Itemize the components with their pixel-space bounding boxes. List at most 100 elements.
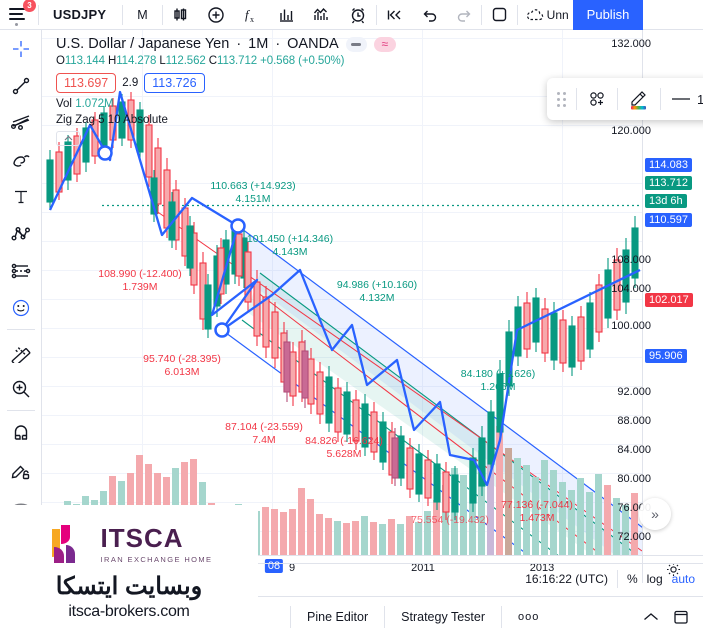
ask-price-badge: 114.083	[645, 158, 692, 172]
legend-interval: 1M	[248, 36, 269, 52]
sidebar-item-brush-tool[interactable]	[0, 141, 42, 178]
sidebar-item-forecast-tool[interactable]	[0, 252, 42, 289]
legend-title-row[interactable]: U.S. Dollar / Japanese Yen · 1M · OANDA …	[56, 36, 396, 52]
undo-icon	[423, 10, 436, 22]
sidebar-item-magnet-tool[interactable]	[0, 414, 42, 451]
watermark-overlay: ITSCA IRAN EXCHANGE HOME وبسایت ایتسکا i…	[0, 505, 258, 636]
price-tick: 120.000	[611, 125, 651, 137]
price-tick: 88.000	[617, 415, 651, 427]
trend-line-icon	[12, 77, 29, 94]
indicators-button[interactable]: f x	[234, 0, 269, 30]
sidebar-item-fib-retracement-tool[interactable]	[0, 104, 42, 141]
watermark-url: itsca-brokers.com	[68, 602, 190, 620]
spread-value: 2.9	[122, 77, 139, 89]
volume-value: 1.072M	[75, 98, 114, 110]
sidebar-item-crosshair-tool[interactable]	[0, 30, 42, 67]
undo-button[interactable]	[413, 0, 447, 30]
log-scale-button[interactable]: log	[647, 572, 663, 586]
fib-lines-icon	[10, 114, 29, 130]
save-layout-button[interactable]: Unn	[518, 0, 573, 30]
bid-price: 113.697	[56, 73, 117, 93]
collapse-panel-button[interactable]	[633, 597, 669, 637]
sidebar-item-trend-line-tool[interactable]	[0, 67, 42, 104]
zigzag-label-4: 94.986 (+10.160) 4.132M	[336, 279, 418, 304]
pattern-chart-icon	[313, 7, 328, 20]
redo-button[interactable]	[447, 0, 481, 30]
chevron-up-icon	[64, 135, 72, 141]
zigzag-label-3: 95.740 (-28.395) 6.013M	[143, 353, 221, 378]
sidebar-item-zoom-in-tool[interactable]	[0, 370, 42, 407]
publish-button[interactable]: Publish	[572, 0, 644, 30]
percent-scale-button[interactable]: %	[627, 572, 638, 586]
svg-text:x: x	[250, 15, 254, 24]
sidebar-item-lock-drawings-tool[interactable]	[0, 451, 42, 488]
chart-clock[interactable]: 16:16:22 (UTC)	[525, 572, 608, 586]
panel-toggle-button[interactable]	[669, 597, 703, 637]
collapse-legend-button[interactable]	[56, 130, 80, 146]
crosshair-icon	[12, 40, 29, 57]
zigzag-label-9: 77.136 (-7.044) 1.473M	[501, 499, 573, 524]
more-tabs-button[interactable]: ooo	[502, 597, 555, 637]
drag-handle-icon	[557, 91, 566, 107]
watermark-logo-row: ITSCA IRAN EXCHANGE HOME	[46, 521, 213, 567]
symbol-search-button[interactable]: USDJPY	[39, 0, 122, 30]
panel-icon	[674, 610, 688, 624]
price-tick: 72.000	[617, 531, 651, 543]
bar-pattern-button[interactable]	[269, 0, 304, 30]
scroll-to-realtime-button[interactable]: »	[639, 498, 671, 530]
chart-style-badge[interactable]: ≈	[373, 36, 396, 52]
zigzag-label-2: 101.450 (+14.346) 4.143M	[246, 233, 334, 258]
text-icon	[14, 190, 27, 203]
sidebar-item-pattern-tool[interactable]	[0, 215, 42, 252]
lock-pencil-icon	[11, 465, 29, 479]
zigzag-label-5: 87.104 (-23.559) 7.4M	[225, 421, 303, 446]
pine-editor-tab[interactable]: Pine Editor	[291, 597, 384, 637]
interval-button[interactable]: M	[123, 0, 161, 30]
line-preview-icon	[672, 98, 690, 100]
layout-button[interactable]	[482, 0, 517, 30]
indicator-name: Zig Zag 5 10 Absolute	[56, 114, 168, 126]
bid-ask-row: 113.697 2.9 113.726	[56, 73, 396, 93]
line-width-label: 1px	[697, 91, 703, 107]
replay-button[interactable]	[377, 0, 413, 30]
cloud-icon	[526, 8, 543, 20]
compare-button[interactable]	[198, 0, 234, 30]
volume-legend[interactable]: Vol 1.072M	[56, 98, 396, 110]
double-chevron-right-icon: »	[651, 506, 659, 522]
legend-sep-1: ·	[236, 36, 242, 52]
line-color-button[interactable]	[618, 78, 660, 120]
ruler-icon	[11, 346, 30, 363]
price-tick: 84.000	[617, 444, 651, 456]
pencil-color-icon	[631, 91, 646, 110]
floating-drawing-toolbar[interactable]: 1px	[547, 78, 703, 120]
sidebar-item-emoji-tool[interactable]	[0, 289, 42, 326]
watermark-farsi-text: وبسایت ایتسکا	[55, 572, 203, 600]
chart-type-button[interactable]	[163, 0, 198, 30]
sidebar-item-measure-tool[interactable]	[0, 333, 42, 370]
indicator-legend[interactable]: Zig Zag 5 10 Absolute	[56, 114, 396, 126]
zigzag-label-1: 110.663 (+14.923) 4.151M	[210, 180, 296, 205]
legend-symbol-title: U.S. Dollar / Japanese Yen	[56, 36, 230, 52]
templates-button[interactable]	[577, 78, 617, 120]
line-width-button[interactable]: 1px	[661, 78, 703, 120]
redo-icon	[457, 10, 471, 22]
zigzag-label-8: 75.554 (-19.432)	[411, 514, 489, 526]
strategy-tester-tab[interactable]: Strategy Tester	[385, 597, 501, 637]
price-tick: 108.000	[611, 254, 651, 266]
ask-price: 113.726	[144, 73, 205, 93]
watermark-brand: ITSCA	[100, 523, 184, 553]
sidebar-item-text-tool[interactable]	[0, 178, 42, 215]
toolbar-drag-handle[interactable]	[547, 78, 576, 120]
brush-icon	[12, 154, 30, 167]
alert-button[interactable]	[340, 0, 376, 30]
auto-scale-button[interactable]: auto	[672, 572, 703, 586]
hide-series-button[interactable]	[345, 36, 367, 52]
rewind-icon	[387, 10, 401, 19]
divider	[616, 569, 618, 588]
chart-legend: U.S. Dollar / Japanese Yen · 1M · OANDA …	[56, 36, 396, 146]
chart-pattern-button[interactable]	[304, 0, 340, 30]
price-level-badge-110: 110.597	[645, 213, 692, 227]
volume-label: Vol	[56, 98, 72, 110]
symbol-label: USDJPY	[53, 7, 107, 22]
main-menu-button[interactable]: 3	[0, 0, 38, 30]
